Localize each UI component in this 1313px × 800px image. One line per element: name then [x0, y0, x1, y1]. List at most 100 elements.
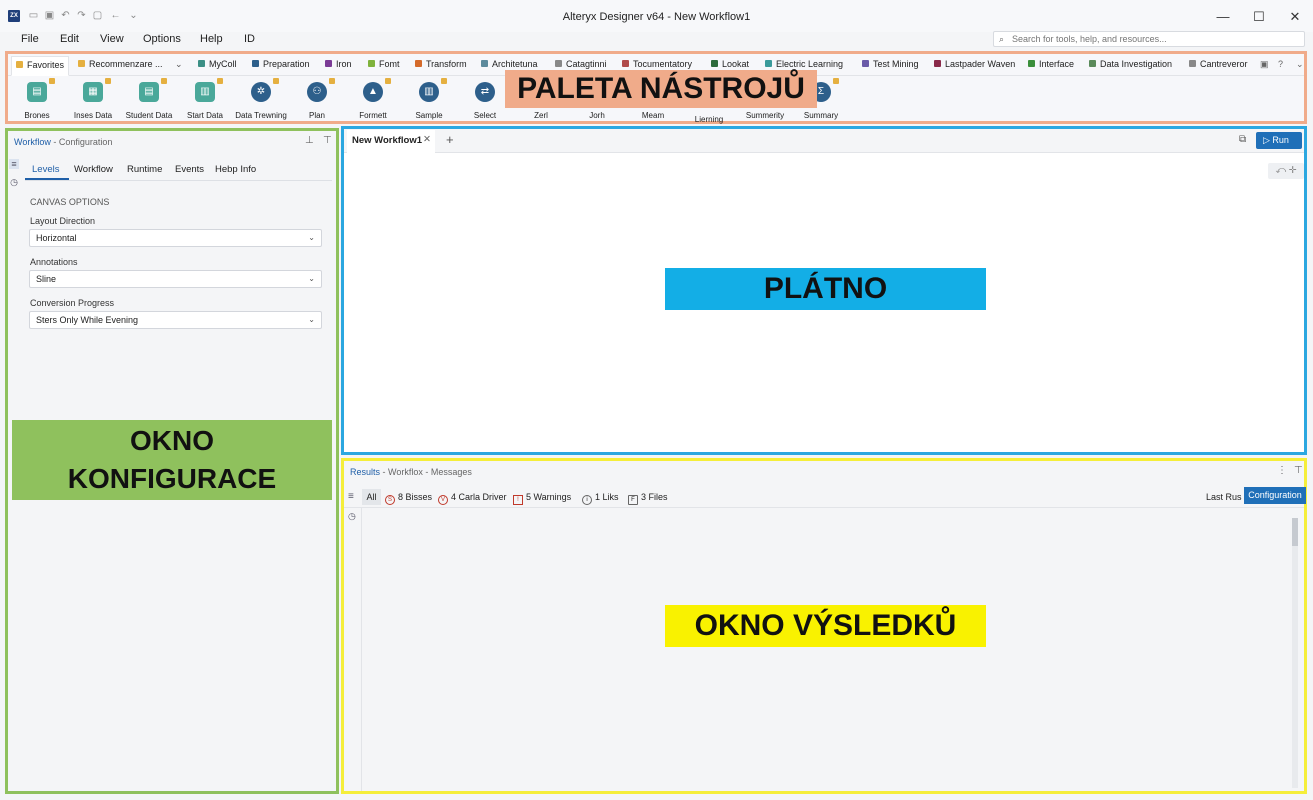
category-icon — [555, 60, 562, 67]
scrollbar-thumb[interactable] — [1292, 518, 1298, 546]
open-icon[interactable]: ▭ — [28, 10, 39, 21]
run-button[interactable]: ▷ Run — [1256, 132, 1302, 149]
tab-runtime[interactable]: Runtime — [127, 164, 162, 175]
palette-tab-transform[interactable]: Transform — [415, 59, 467, 73]
menu-file[interactable]: File — [21, 33, 39, 45]
canvas-panel[interactable]: New Workflow1 ✕ + ⧉ ▷ Run ⤺ ✛ PLÁTNO — [341, 126, 1307, 455]
results-body[interactable] — [361, 508, 1304, 791]
close-tab-icon[interactable]: ✕ — [423, 134, 431, 145]
tool-label: Data Trewning — [235, 111, 287, 120]
menu-help[interactable]: Help — [200, 33, 223, 45]
list-view-icon[interactable]: ≡ — [348, 491, 354, 502]
menu-options[interactable]: Options — [143, 33, 181, 45]
annotations-select[interactable]: Sline ⌄ — [29, 270, 322, 288]
close-button[interactable]: ✕ — [1280, 6, 1310, 28]
tool-sample[interactable]: ▥ Sample — [401, 78, 457, 122]
tab-events[interactable]: Events — [175, 164, 204, 175]
title-bar: ZX ▭ ▣ ↶ ↷ ▢ ← ⌄ Alteryx Designer v64 - … — [0, 0, 1313, 32]
palette-tab-cantreveror[interactable]: Cantreveror — [1189, 59, 1248, 73]
menu-edit[interactable]: Edit — [60, 33, 79, 45]
palette-tab-preparation[interactable]: Preparation — [252, 59, 310, 73]
category-icon — [765, 60, 772, 67]
results-configuration-button[interactable]: Configuration — [1244, 487, 1306, 504]
customize-icon[interactable]: ⌄ — [128, 10, 139, 21]
palette-tab-recommended[interactable]: Recommenzare ... — [78, 59, 163, 73]
palette-tab-data-investigation[interactable]: Data Investigation — [1089, 59, 1172, 73]
pin-icon[interactable]: ⊤ — [1294, 465, 1303, 476]
config-history-icon[interactable]: ◷ — [9, 177, 19, 187]
results-header: Results - Workflox - Messages — [350, 467, 472, 477]
palette-collapse-icon[interactable]: ⌄ — [1296, 59, 1304, 73]
palette-tab-label: Lookat — [722, 59, 750, 69]
favorite-badge-icon — [441, 78, 447, 84]
menu-id[interactable]: ID — [244, 33, 255, 45]
tool-inses-data[interactable]: ▦ Inses Data — [65, 78, 121, 122]
palette-tab-label: Favorites — [27, 60, 65, 70]
tool-formett[interactable]: ▲ Formett — [345, 78, 401, 122]
palette-tab-test-mining[interactable]: Test Mining — [862, 59, 919, 73]
config-view-icon[interactable]: ≡ — [9, 159, 19, 169]
palette-tab-iron[interactable]: Iron — [325, 59, 352, 73]
filter-bisses[interactable]: S8 Bisses — [385, 492, 432, 505]
filter-carla-driver[interactable]: V4 Carla Driver — [438, 492, 507, 505]
clipboard-icon[interactable]: ▢ — [92, 10, 103, 21]
menu-view[interactable]: View — [100, 33, 124, 45]
filter-files[interactable]: F3 Files — [628, 492, 668, 505]
redo-icon[interactable]: ↷ — [76, 10, 87, 21]
palette-tab-mycoll[interactable]: MyColl — [198, 59, 237, 73]
search-box[interactable]: ⌕ — [993, 31, 1305, 47]
results-header-title: Results — [350, 467, 381, 477]
layout-direction-select[interactable]: Horizontal ⌄ — [29, 229, 322, 247]
more-options-icon[interactable]: ⋮ — [1277, 465, 1287, 476]
palette-tab-label: Cantreveror — [1200, 59, 1248, 69]
error-icon: S — [385, 495, 395, 505]
palette-help-icon[interactable]: ? — [1278, 59, 1283, 73]
tool-data-trewning[interactable]: ✲ Data Trewning — [233, 78, 289, 122]
config-annotation-label: OKNO KONFIGURACE — [12, 420, 332, 500]
tool-brones[interactable]: ▤ Brones — [9, 78, 65, 122]
pin-icon[interactable]: ⊥ — [305, 135, 314, 146]
tool-start-data[interactable]: ▥ Start Data — [177, 78, 233, 122]
info-icon: i — [582, 495, 592, 505]
tool-plan[interactable]: ⚇ Plan — [289, 78, 345, 122]
history-icon[interactable]: ◷ — [348, 511, 356, 522]
category-icon — [1028, 60, 1035, 67]
tool-icon: ✲ — [251, 82, 271, 102]
undo-icon[interactable]: ↶ — [60, 10, 71, 21]
palette-tab-interface[interactable]: Interface — [1028, 59, 1074, 73]
add-tab-button[interactable]: + — [446, 132, 454, 147]
dock-icon[interactable]: ⊤ — [323, 135, 332, 146]
tab-levels[interactable]: Levels — [32, 164, 59, 175]
tab-workflow[interactable]: Workflow — [74, 164, 113, 175]
palette-settings-icon[interactable]: ▣ — [1260, 59, 1269, 73]
filter-label: 4 Carla Driver — [451, 492, 507, 502]
tab-new-workflow1[interactable]: New Workflow1 ✕ — [347, 130, 435, 153]
minimize-button[interactable]: — — [1208, 6, 1238, 28]
category-icon — [481, 60, 488, 67]
tool-label: Start Data — [186, 111, 223, 120]
favorite-badge-icon — [385, 78, 391, 84]
canvas-share-icon[interactable]: ⧉ — [1239, 134, 1246, 145]
last-run-label[interactable]: Last Rus — [1206, 492, 1242, 502]
tool-student-data[interactable]: ▤ Student Data — [121, 78, 177, 122]
save-icon[interactable]: ▣ — [44, 10, 55, 21]
palette-tab-fomt[interactable]: Fomt — [368, 59, 400, 73]
palette-tab-dropdown-icon[interactable]: ⌄ — [175, 59, 183, 73]
maximize-button[interactable]: ☐ — [1244, 6, 1274, 28]
category-icon — [198, 60, 205, 67]
search-input[interactable] — [1012, 33, 1300, 45]
filter-warnings[interactable]: ! 5 Warnings — [513, 492, 571, 505]
tool-icon: ▲ — [363, 82, 383, 102]
filter-all-button[interactable]: All — [362, 489, 381, 505]
conversion-progress-select[interactable]: Sters Only While Evening ⌄ — [29, 311, 322, 329]
tool-icon: ▦ — [83, 82, 103, 102]
canvas-zoom-controls[interactable]: ⤺ ✛ — [1268, 163, 1304, 179]
tab-help-info[interactable]: Hebp Info — [215, 164, 256, 175]
back-icon[interactable]: ← — [110, 10, 121, 21]
favorite-badge-icon — [329, 78, 335, 84]
palette-tab-label: Preparation — [263, 59, 310, 69]
filter-liks[interactable]: i1 Liks — [582, 492, 619, 505]
palette-tab-lastpader-waven[interactable]: Lastpader Waven — [934, 59, 1015, 73]
results-scrollbar[interactable] — [1292, 518, 1298, 788]
palette-tab-favorites[interactable]: Favorites — [11, 56, 70, 76]
